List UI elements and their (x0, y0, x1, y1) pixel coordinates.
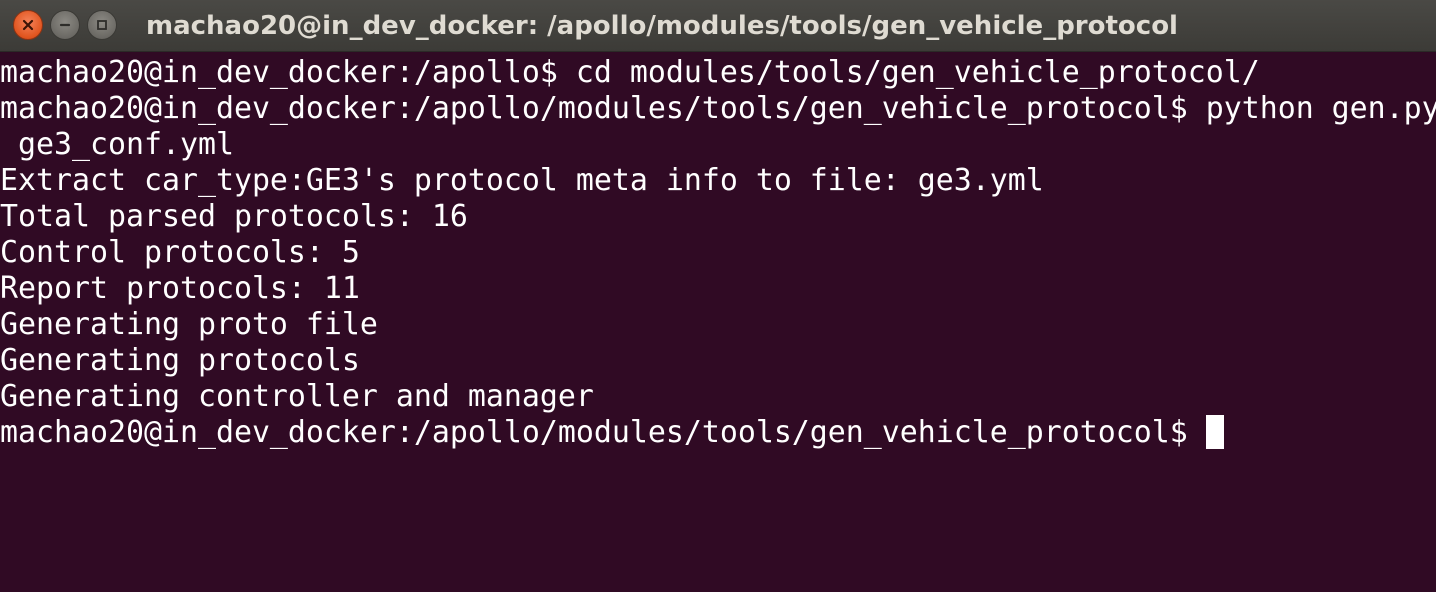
terminal-line: machao20@in_dev_docker:/apollo/modules/t… (0, 91, 1436, 126)
text-cursor (1205, 415, 1224, 449)
shell-prompt: machao20@in_dev_docker:/apollo/modules/t… (0, 415, 1188, 450)
terminal-line: Extract car_type:GE3's protocol meta inf… (0, 163, 1044, 198)
terminal-window: machao20@in_dev_docker: /apollo/modules/… (0, 0, 1436, 592)
maximize-button[interactable] (87, 10, 117, 40)
window-title: machao20@in_dev_docker: /apollo/modules/… (146, 11, 1178, 41)
terminal-line: Generating controller and manager (0, 379, 594, 414)
terminal-line: ge3_conf.yml (0, 127, 234, 162)
close-button[interactable] (13, 10, 43, 40)
terminal-line: Report protocols: 11 (0, 271, 360, 306)
terminal-output[interactable]: machao20@in_dev_docker:/apollo$ cd modul… (0, 55, 1436, 592)
minimize-icon (59, 23, 71, 27)
terminal-line: Generating protocols (0, 343, 360, 378)
minimize-button[interactable] (50, 10, 80, 40)
prompt-line[interactable]: machao20@in_dev_docker:/apollo/modules/t… (0, 415, 1436, 451)
close-icon (22, 19, 34, 31)
terminal-line: Total parsed protocols: 16 (0, 199, 468, 234)
terminal-line: machao20@in_dev_docker:/apollo$ cd modul… (0, 55, 1260, 90)
title-bar[interactable]: machao20@in_dev_docker: /apollo/modules/… (0, 0, 1436, 52)
maximize-icon (97, 20, 107, 30)
terminal-line: Control protocols: 5 (0, 235, 360, 270)
terminal-line: Generating proto file (0, 307, 378, 342)
